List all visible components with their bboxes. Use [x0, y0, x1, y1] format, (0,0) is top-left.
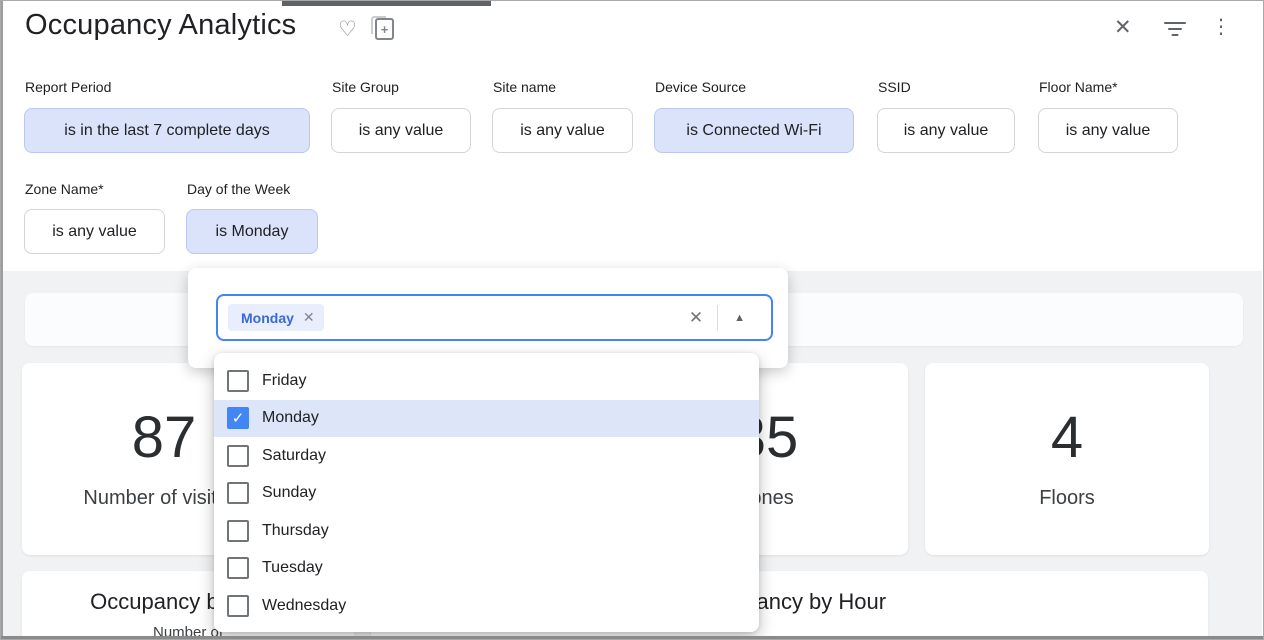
checkbox-icon[interactable] [227, 407, 249, 429]
filter-chip-zone-name[interactable]: is any value [24, 209, 165, 254]
filter-label-zone-name: Zone Name* [25, 181, 104, 197]
option-label: Thursday [262, 522, 329, 540]
option-monday[interactable]: Monday [214, 400, 759, 438]
token-label: Monday [241, 310, 294, 326]
token-remove-icon[interactable]: ✕ [303, 309, 315, 326]
option-label: Sunday [262, 484, 316, 502]
filter-label-floor-name: Floor Name* [1039, 79, 1118, 95]
filter-label-device-source: Device Source [655, 79, 746, 95]
dashboard-window: Occupancy Analytics ♡ + ✕ ⋮ Report Perio… [0, 0, 1264, 640]
checkbox-icon[interactable] [227, 445, 249, 467]
clear-selection-icon[interactable]: ✕ [675, 308, 717, 328]
option-friday[interactable]: Friday [214, 362, 759, 400]
day-of-week-multiselect-input[interactable]: Monday ✕ ✕ ▲ [216, 294, 773, 341]
checkbox-icon[interactable] [227, 595, 249, 617]
option-saturday[interactable]: Saturday [214, 437, 759, 475]
filter-chip-ssid[interactable]: is any value [877, 108, 1015, 153]
kebab-menu-icon[interactable]: ⋮ [1211, 14, 1231, 39]
filter-chip-device-source[interactable]: is Connected Wi-Fi [654, 108, 854, 153]
day-options-listbox: Friday Monday Saturday Sunday Thursday T… [214, 353, 759, 632]
checkbox-icon[interactable] [227, 370, 249, 392]
option-label: Wednesday [262, 597, 346, 615]
filter-chip-day-of-week[interactable]: is Monday [186, 209, 318, 254]
filter-chip-report-period[interactable]: is in the last 7 complete days [24, 108, 310, 153]
scorecard-value: 87 [132, 408, 197, 469]
option-label: Monday [262, 409, 319, 427]
filter-icon[interactable] [1163, 22, 1187, 38]
window-border-bottom [1, 636, 1263, 639]
option-label: Friday [262, 372, 306, 390]
option-label: Saturday [262, 447, 326, 465]
filter-chip-floor-name[interactable]: is any value [1038, 108, 1178, 153]
checkbox-icon[interactable] [227, 482, 249, 504]
filter-label-report-period: Report Period [25, 79, 111, 95]
top-edge-artifact [282, 1, 491, 6]
option-tuesday[interactable]: Tuesday [214, 550, 759, 588]
option-thursday[interactable]: Thursday [214, 512, 759, 550]
close-icon[interactable]: ✕ [1114, 15, 1132, 40]
filter-label-ssid: SSID [878, 79, 911, 95]
checkbox-icon[interactable] [227, 557, 249, 579]
select-controls: ✕ ▲ [675, 305, 761, 331]
scorecard-label: Floors [1039, 487, 1095, 510]
filter-label-site-group: Site Group [332, 79, 399, 95]
checkbox-icon[interactable] [227, 520, 249, 542]
favorite-heart-icon[interactable]: ♡ [338, 17, 357, 42]
selected-token-monday[interactable]: Monday ✕ [228, 304, 324, 331]
filter-label-day-of-week: Day of the Week [187, 181, 290, 197]
collapse-caret-icon[interactable]: ▲ [718, 312, 761, 324]
filter-chip-site-name[interactable]: is any value [492, 108, 633, 153]
option-sunday[interactable]: Sunday [214, 475, 759, 513]
scorecard-value: 4 [1051, 408, 1083, 469]
filter-label-site-name: Site name [493, 79, 556, 95]
scorecard-floors: 4 Floors [925, 363, 1209, 555]
copy-dashboard-icon[interactable]: + [375, 18, 394, 40]
window-border-left [1, 1, 3, 639]
page-title: Occupancy Analytics [25, 9, 296, 42]
filter-chip-site-group[interactable]: is any value [331, 108, 471, 153]
option-label: Tuesday [262, 559, 323, 577]
option-wednesday[interactable]: Wednesday [214, 587, 759, 625]
